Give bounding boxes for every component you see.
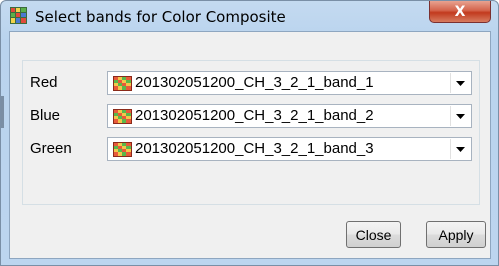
raster-band-icon <box>113 142 132 157</box>
band-selection-group: Red 201302051200_CH_3_2_1_band_1 Blue 20… <box>22 60 480 205</box>
dropdown-button-blue[interactable] <box>450 106 470 126</box>
band-label-blue: Blue <box>30 107 61 124</box>
window-edge-marker <box>1 96 4 128</box>
band-select-blue[interactable]: 201302051200_CH_3_2_1_band_2 <box>107 104 472 128</box>
app-icon <box>10 7 27 24</box>
chevron-down-icon <box>456 113 465 119</box>
band-value-green: 201302051200_CH_3_2_1_band_3 <box>135 140 374 157</box>
title-bar[interactable]: Select bands for Color Composite X <box>1 1 498 31</box>
band-row-red: Red 201302051200_CH_3_2_1_band_1 <box>23 71 481 97</box>
dropdown-button-red[interactable] <box>450 73 470 93</box>
band-row-green: Green 201302051200_CH_3_2_1_band_3 <box>23 137 481 163</box>
window-close-button[interactable]: X <box>429 1 491 23</box>
chevron-down-icon <box>456 146 465 152</box>
chevron-down-icon <box>456 80 465 86</box>
close-button[interactable]: Close <box>346 221 401 248</box>
raster-band-icon <box>113 76 132 91</box>
apply-button[interactable]: Apply <box>426 221 486 248</box>
band-select-green[interactable]: 201302051200_CH_3_2_1_band_3 <box>107 137 472 161</box>
band-value-red: 201302051200_CH_3_2_1_band_1 <box>135 74 374 91</box>
window-title: Select bands for Color Composite <box>35 8 286 26</box>
dialog-body: Red 201302051200_CH_3_2_1_band_1 Blue 20… <box>9 31 491 259</box>
band-value-blue: 201302051200_CH_3_2_1_band_2 <box>135 107 374 124</box>
color-composite-dialog: Select bands for Color Composite X Red 2… <box>0 0 499 266</box>
raster-band-icon <box>113 109 132 124</box>
dropdown-button-green[interactable] <box>450 139 470 159</box>
close-icon: X <box>454 3 466 20</box>
band-label-green: Green <box>30 140 72 157</box>
band-label-red: Red <box>30 74 58 91</box>
band-row-blue: Blue 201302051200_CH_3_2_1_band_2 <box>23 104 481 130</box>
band-select-red[interactable]: 201302051200_CH_3_2_1_band_1 <box>107 71 472 95</box>
